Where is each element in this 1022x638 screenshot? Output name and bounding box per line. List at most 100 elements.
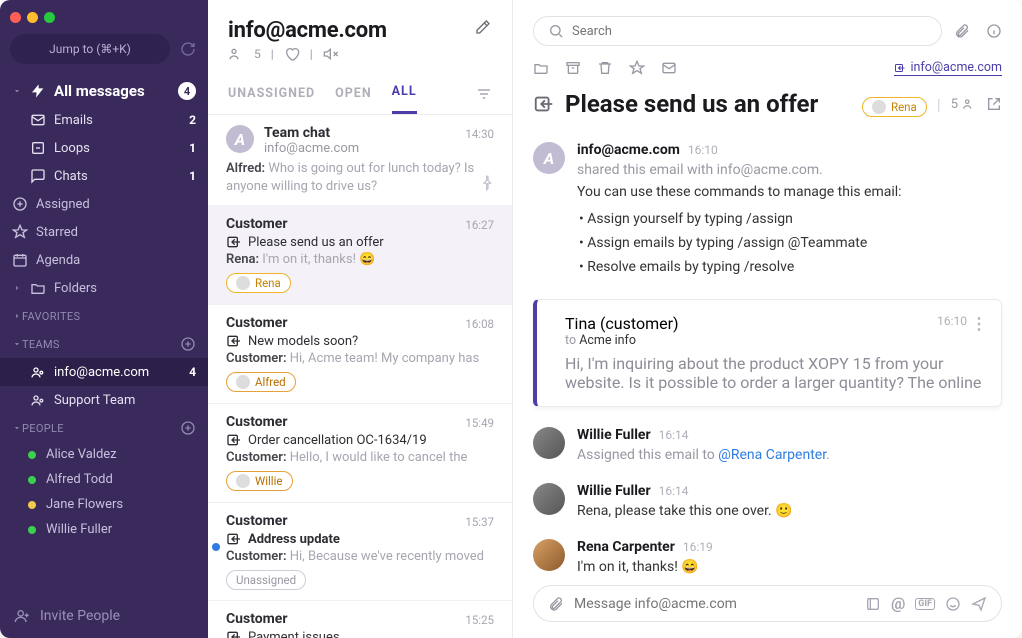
avatar bbox=[533, 483, 565, 515]
heart-icon[interactable] bbox=[284, 46, 300, 62]
add-person-button[interactable] bbox=[180, 420, 196, 436]
list-item[interactable]: Customer New models soon? Customer: Hi, … bbox=[208, 305, 512, 404]
team-avatar: A bbox=[226, 125, 254, 153]
sidebar-item-assigned[interactable]: Assigned bbox=[0, 190, 208, 218]
email-card[interactable]: Tina (customer) to Acme info Hi, I'm inq… bbox=[533, 299, 1002, 407]
invite-icon bbox=[14, 608, 30, 624]
list-item-time: 15:49 bbox=[465, 416, 494, 430]
jump-to-button[interactable]: Jump to (⌘+K) bbox=[10, 34, 170, 64]
sidebar-item-loops[interactable]: Loops 1 bbox=[0, 134, 208, 162]
sidebar-team-info[interactable]: info@acme.com 4 bbox=[0, 358, 208, 386]
list-item-time: 15:37 bbox=[465, 515, 494, 529]
preview-text: Hi, Because we've recently moved bbox=[290, 549, 484, 564]
source-link[interactable]: info@acme.com bbox=[894, 60, 1002, 76]
template-icon[interactable] bbox=[865, 596, 881, 612]
list-item-time: 14:30 bbox=[465, 127, 494, 141]
tab-all[interactable]: ALL bbox=[392, 74, 417, 114]
sidebar-item-label: Assigned bbox=[36, 197, 196, 212]
tab-unassigned[interactable]: UNASSIGNED bbox=[228, 76, 315, 113]
info-icon[interactable] bbox=[986, 23, 1002, 39]
invite-people-button[interactable]: Invite People bbox=[0, 594, 208, 638]
sidebar-item-chats[interactable]: Chats 1 bbox=[0, 162, 208, 190]
sidebar-item-label: Agenda bbox=[36, 253, 196, 268]
search-input-wrapper[interactable] bbox=[533, 16, 942, 46]
attach-icon[interactable] bbox=[548, 596, 564, 612]
trash-icon[interactable] bbox=[597, 60, 613, 76]
all-messages-label: All messages bbox=[54, 82, 170, 100]
sidebar-item-agenda[interactable]: Agenda bbox=[0, 246, 208, 274]
chevron-down-icon bbox=[12, 420, 22, 436]
refresh-icon[interactable] bbox=[178, 39, 198, 59]
list-item[interactable]: Customer Address update Customer: Hi, Be… bbox=[208, 503, 512, 601]
popout-icon[interactable] bbox=[986, 96, 1002, 112]
thread-assignee-chip[interactable]: Rena bbox=[862, 97, 927, 117]
search-input[interactable] bbox=[572, 24, 927, 39]
filter-button[interactable] bbox=[476, 86, 492, 102]
maximize-window-button[interactable] bbox=[44, 12, 55, 23]
assignee-chip[interactable]: Alfred bbox=[226, 372, 296, 392]
mention[interactable]: @Rena Carpenter bbox=[718, 447, 826, 463]
assignee-chip[interactable]: Rena bbox=[226, 273, 291, 293]
thread-message: Willie Fuller16:14 Assigned this email t… bbox=[533, 417, 1002, 473]
team-count: 4 bbox=[189, 365, 196, 379]
gif-icon[interactable]: GIF bbox=[915, 598, 935, 610]
mention-icon[interactable]: @ bbox=[891, 594, 905, 613]
inbound-icon bbox=[533, 93, 555, 115]
card-to-prefix: to bbox=[565, 333, 579, 348]
message-composer[interactable]: @ GIF bbox=[533, 585, 1002, 622]
preview-text: I'm on it, thanks! 😄 bbox=[262, 252, 375, 267]
pin-icon[interactable] bbox=[480, 175, 496, 191]
send-icon[interactable] bbox=[971, 596, 987, 612]
person-row[interactable]: Alice Valdez bbox=[0, 442, 208, 467]
sidebar-team-support[interactable]: Support Team bbox=[0, 386, 208, 414]
mute-icon[interactable] bbox=[323, 46, 339, 62]
more-menu-icon[interactable]: ⋮ bbox=[971, 314, 987, 333]
assignee-chip[interactable]: Unassigned bbox=[226, 570, 306, 590]
list-item[interactable]: Customer Please send us an offer Rena: I… bbox=[208, 206, 512, 305]
compose-button[interactable] bbox=[472, 16, 494, 38]
system-message: A info@acme.com16:10 shared this email w… bbox=[533, 132, 1002, 289]
message-time: 16:19 bbox=[683, 540, 713, 554]
sidebar-item-folders[interactable]: Folders bbox=[0, 274, 208, 302]
list-item[interactable]: Customer Order cancellation OC-1634/19 C… bbox=[208, 404, 512, 503]
preview-author: Customer: bbox=[226, 351, 287, 366]
person-name: Willie Fuller bbox=[46, 522, 112, 537]
attachment-icon[interactable] bbox=[954, 23, 970, 39]
minimize-window-button[interactable] bbox=[27, 12, 38, 23]
list-item-from: Customer bbox=[226, 315, 494, 331]
list-item[interactable]: Customer Payment issues Customer: Thanks… bbox=[208, 601, 512, 638]
list-item[interactable]: A Team chat info@acme.com Alfred: Who is… bbox=[208, 115, 512, 206]
thread-subject: Please send us an offer bbox=[565, 90, 862, 118]
sidebar-section-favorites[interactable]: FAVORITES bbox=[0, 302, 208, 330]
sidebar-item-starred[interactable]: Starred bbox=[0, 218, 208, 246]
person-row[interactable]: Jane Flowers bbox=[0, 492, 208, 517]
inbound-icon bbox=[894, 62, 906, 74]
mark-unread-icon[interactable] bbox=[661, 60, 677, 76]
inbound-icon bbox=[226, 432, 242, 448]
team-label: Support Team bbox=[54, 393, 196, 408]
folder-action-icon[interactable] bbox=[533, 60, 549, 76]
tab-open[interactable]: OPEN bbox=[335, 76, 372, 113]
person-row[interactable]: Willie Fuller bbox=[0, 517, 208, 542]
email-icon bbox=[30, 112, 46, 128]
close-window-button[interactable] bbox=[10, 12, 21, 23]
card-time: 16:10 bbox=[937, 314, 967, 328]
sidebar-section-teams[interactable]: TEAMS bbox=[0, 330, 208, 358]
emoji-icon[interactable] bbox=[945, 596, 961, 612]
sidebar-section-people[interactable]: PEOPLE bbox=[0, 414, 208, 442]
avatar: A bbox=[533, 142, 565, 174]
add-team-button[interactable] bbox=[180, 336, 196, 352]
person-row[interactable]: Alfred Todd bbox=[0, 467, 208, 492]
card-to: Acme info bbox=[579, 333, 636, 348]
assignee-chip[interactable]: Willie bbox=[226, 471, 293, 491]
preview-text: Hi, Acme team! My company has bbox=[290, 351, 479, 366]
bullet-line: Resolve emails by typing /resolve bbox=[579, 256, 1002, 280]
card-author: Tina (customer) bbox=[565, 314, 679, 333]
composer-input[interactable] bbox=[574, 596, 855, 612]
archive-icon[interactable] bbox=[565, 60, 581, 76]
all-messages-row[interactable]: All messages 4 bbox=[0, 72, 208, 106]
star-action-icon[interactable] bbox=[629, 60, 645, 76]
preview-author: Customer: bbox=[226, 549, 287, 564]
list-item-from: Customer bbox=[226, 611, 494, 627]
sidebar-item-emails[interactable]: Emails 2 bbox=[0, 106, 208, 134]
